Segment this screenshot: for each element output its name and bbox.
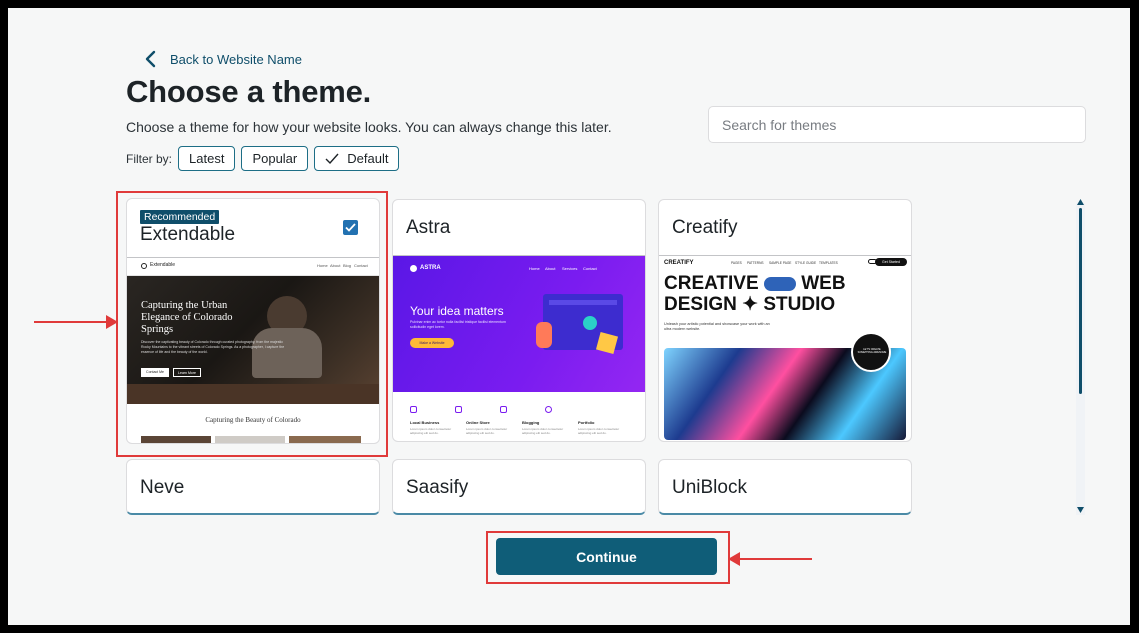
theme-name: Saasify	[406, 477, 469, 498]
preview-feature-label: Local Business	[410, 420, 440, 425]
theme-name: UniBlock	[672, 477, 747, 498]
preview-brand: CREATIFY	[664, 260, 694, 266]
chevron-left-icon	[145, 50, 156, 68]
preview-nav-item: About	[545, 266, 556, 271]
page-subtitle: Choose a theme for how your website look…	[126, 119, 612, 135]
preview-nav-item: SAMPLE PAGE	[769, 261, 792, 265]
preview-nav-item: Contact	[583, 266, 597, 271]
preview-nav-item: PAGES	[731, 261, 742, 265]
highlight-box-continue	[486, 531, 730, 584]
preview-pill-image	[763, 276, 796, 291]
preview-logo-icon	[410, 265, 417, 272]
theme-name: Creatify	[672, 217, 738, 238]
preview-feature-label: Blogging	[522, 420, 540, 425]
back-link-label: Back to Website Name	[170, 51, 302, 67]
preview-feature-text: Lorem ipsum dolor consectetur adipiscing…	[466, 427, 508, 435]
highlight-box-theme	[116, 191, 388, 457]
preview-nav-item: STYLE GUIDE	[795, 261, 817, 265]
preview-features	[410, 406, 552, 413]
theme-card-creatify[interactable]: Creatify CREATIFY PAGES PATTERNS SAMPLE …	[658, 199, 912, 442]
preview-feature-label: Online Store	[466, 420, 490, 425]
scroll-up-icon[interactable]	[1077, 199, 1084, 205]
scrollbar-thumb[interactable]	[1079, 208, 1082, 394]
preview-nav-item: Home	[529, 266, 540, 271]
arrow-head-right-icon	[106, 315, 118, 329]
preview-cta-button: Get Started	[875, 258, 907, 266]
filter-bar: Filter by: Latest Popular Default	[126, 146, 400, 171]
preview-hero: ASTRA Home About Services Contact Your i…	[393, 256, 645, 392]
back-link[interactable]: Back to Website Name	[144, 50, 302, 68]
theme-name: Neve	[140, 477, 185, 498]
preview-nav-item: Services	[562, 266, 578, 271]
preview-feature-text: Lorem ipsum dolor consectetur adipiscing…	[578, 427, 620, 435]
theme-picker-window: Back to Website Name Choose a theme. Cho…	[8, 8, 1130, 625]
preview-feature-text: Lorem ipsum dolor consectetur adipiscing…	[522, 427, 564, 435]
preview-nav-item: TEMPLATES	[819, 261, 838, 265]
preview-cta-button: Make a Website	[410, 338, 454, 348]
theme-card-uniblock[interactable]: UniBlock	[658, 459, 912, 515]
filter-label: Filter by:	[126, 151, 173, 166]
search-input[interactable]	[708, 106, 1086, 143]
arrow-head-left-icon	[728, 552, 740, 566]
scroll-down-icon[interactable]	[1077, 507, 1084, 513]
theme-preview-creatify: CREATIFY PAGES PATTERNS SAMPLE PAGE STYL…	[659, 255, 911, 441]
preview-nav-item: PATTERNS	[747, 261, 764, 265]
preview-body: Unleash your artistic potential and show…	[664, 322, 770, 331]
filter-popular[interactable]: Popular	[241, 146, 309, 171]
filter-default[interactable]: Default	[314, 146, 400, 171]
check-icon	[325, 153, 339, 164]
preview-hero-body: Pulvinar enim ac tortor nulla facilisi t…	[410, 320, 506, 329]
preview-headline-line-1: CREATIVE WEB	[664, 273, 846, 294]
annotation-arrow-left	[740, 558, 812, 560]
filter-latest[interactable]: Latest	[178, 146, 236, 171]
theme-name: Astra	[406, 217, 451, 238]
page-title: Choose a theme.	[126, 74, 372, 109]
preview-feature-label: Portfolio	[578, 420, 595, 425]
preview-stamp: LET'S CREATE SOMETHING AWESOME	[851, 332, 891, 372]
preview-hero-title: Your idea matters	[410, 304, 504, 318]
theme-card-saasify[interactable]: Saasify	[392, 459, 646, 515]
preview-headline-line-2: DESIGN ✦ STUDIO	[664, 294, 836, 315]
theme-card-neve[interactable]: Neve	[126, 459, 380, 515]
annotation-arrow-right	[34, 321, 110, 323]
theme-card-astra[interactable]: Astra ASTRA Home About Services Contact …	[392, 199, 646, 442]
theme-preview-astra: ASTRA Home About Services Contact Your i…	[393, 255, 645, 441]
preview-feature-text: Lorem ipsum dolor consectetur adipiscing…	[410, 427, 452, 435]
preview-brand: ASTRA	[420, 265, 441, 271]
